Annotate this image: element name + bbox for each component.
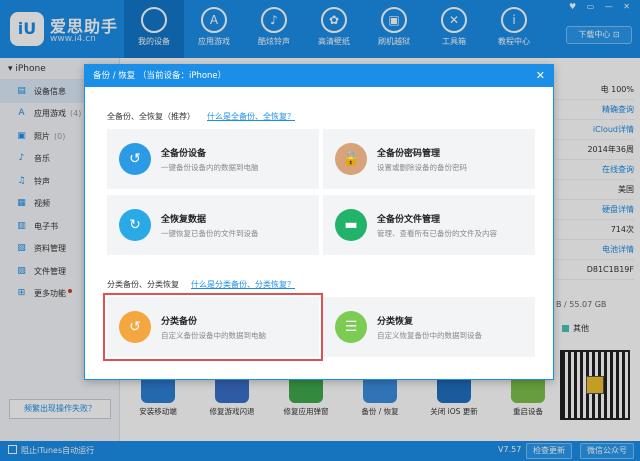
close-icon[interactable]: ✕ [536, 65, 545, 87]
card-title: 全备份密码管理 [377, 149, 441, 159]
category-backup-card[interactable]: ↺ 分类备份 自定义备份设备中的数据到电脑 [103, 293, 323, 361]
card-title: 分类备份 [161, 317, 198, 327]
section-title-text: 全备份、全恢复（推荐） [107, 112, 195, 121]
dialog-title: 备份 / 恢复 （当前设备：iPhone） [93, 71, 227, 81]
card-title: 分类恢复 [377, 317, 414, 327]
category-restore-card[interactable]: ☰ 分类恢复 自定义恢复备份中的数据到设备 [323, 297, 535, 357]
card-description: 一键备份设备内的数据到电脑 [161, 163, 259, 172]
card-description: 自定义恢复备份中的数据到设备 [377, 331, 482, 340]
card-description: 自定义备份设备中的数据到电脑 [161, 331, 266, 340]
full-backup-section-title: 全备份、全恢复（推荐） 什么是全备份、全恢复？ [107, 111, 295, 122]
backup-file-management-card[interactable]: ▬ 全备份文件管理 管理、查看所有已备份的文件及内容 [323, 195, 535, 255]
backup-password-card[interactable]: 🔒 全备份密码管理 设置或删除设备的备份密码 [323, 129, 535, 189]
restore-icon: ↻ [119, 209, 151, 241]
lock-icon: 🔒 [335, 143, 367, 175]
card-title: 全恢复数据 [161, 215, 207, 225]
backup-icon: ↺ [119, 143, 151, 175]
section-title-text: 分类备份、分类恢复 [107, 280, 179, 289]
full-backup-help-link[interactable]: 什么是全备份、全恢复？ [207, 112, 295, 121]
card-description: 一键恢复已备份的文件到设备 [161, 229, 259, 238]
full-restore-card[interactable]: ↻ 全恢复数据 一键恢复已备份的文件到设备 [107, 195, 319, 255]
full-backup-device-card[interactable]: ↺ 全备份设备 一键备份设备内的数据到电脑 [107, 129, 319, 189]
card-title: 全备份文件管理 [377, 215, 441, 225]
folder-icon: ▬ [335, 209, 367, 241]
category-backup-help-link[interactable]: 什么是分类备份、分类恢复？ [191, 280, 295, 289]
category-backup-icon: ↺ [119, 311, 151, 343]
category-restore-icon: ☰ [335, 311, 367, 343]
backup-restore-dialog: 备份 / 恢复 （当前设备：iPhone） ✕ 全备份、全恢复（推荐） 什么是全备… [84, 64, 554, 380]
card-title: 全备份设备 [161, 149, 207, 159]
dialog-header: 备份 / 恢复 （当前设备：iPhone） ✕ [85, 65, 553, 87]
card-description: 设置或删除设备的备份密码 [377, 163, 467, 172]
category-backup-section-title: 分类备份、分类恢复 什么是分类备份、分类恢复？ [107, 279, 295, 290]
card-description: 管理、查看所有已备份的文件及内容 [377, 229, 497, 238]
